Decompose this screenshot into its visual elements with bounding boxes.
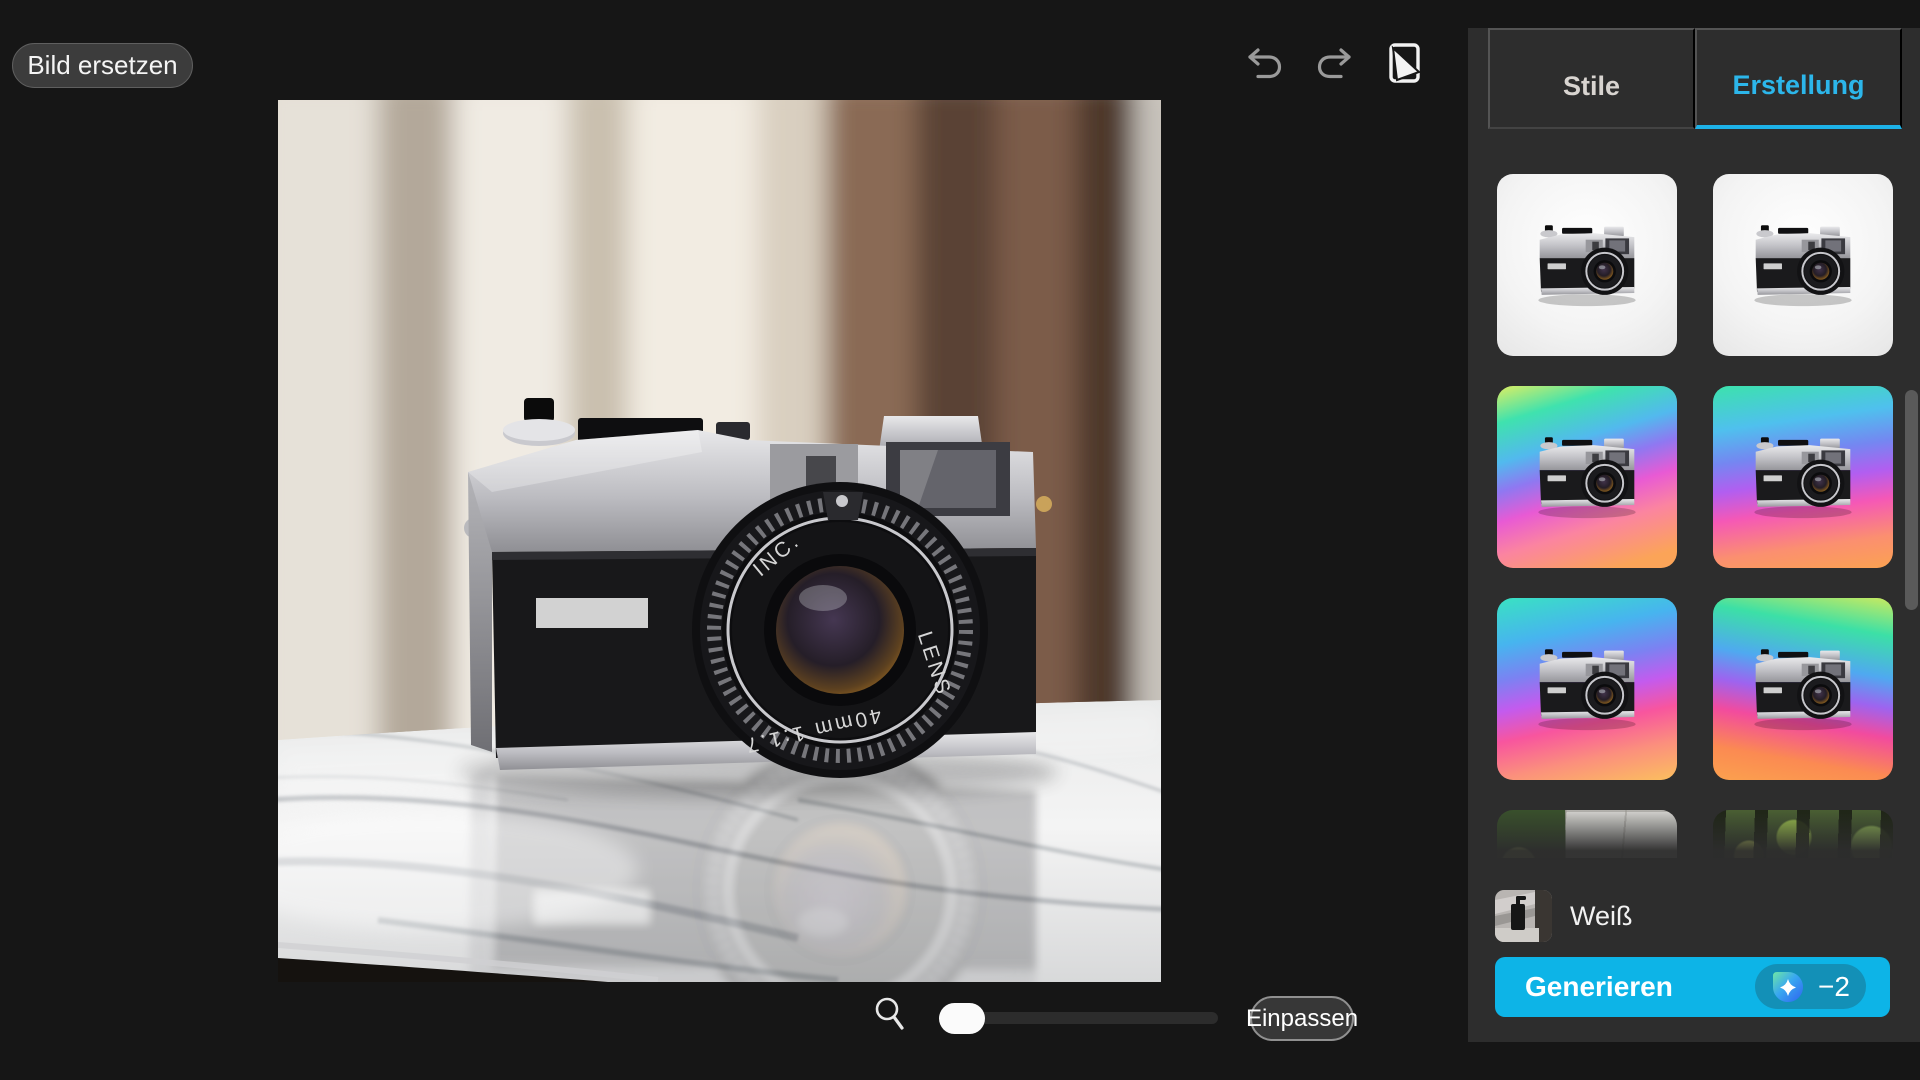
sidebar-tab-bar: Stile Erstellung (1488, 28, 1902, 129)
generated-thumbnail[interactable] (1497, 598, 1677, 780)
generated-thumbnail[interactable] (1497, 386, 1677, 568)
undo-icon (1245, 45, 1283, 84)
generated-thumbnail[interactable] (1713, 810, 1893, 858)
camera-preview (1737, 644, 1869, 736)
camera-preview (1737, 220, 1869, 312)
camera-preview (1521, 220, 1653, 312)
canvas-image[interactable]: INC. LENS 40mm 1:1.7 (278, 100, 1161, 982)
selected-style-row[interactable]: Weiß (1495, 886, 1633, 946)
undo-button[interactable] (1242, 42, 1286, 86)
flip-page-button[interactable] (1383, 42, 1427, 86)
generated-thumbnail[interactable] (1497, 810, 1677, 858)
redo-button[interactable] (1313, 42, 1357, 86)
generated-thumbnail[interactable] (1713, 174, 1893, 356)
replace-image-label: Bild ersetzen (27, 50, 177, 81)
fit-label: Einpassen (1246, 1005, 1358, 1033)
camera-preview (1737, 432, 1869, 524)
generated-thumbnail[interactable] (1713, 386, 1893, 568)
generated-thumbnail[interactable] (1497, 174, 1677, 356)
camera-preview (1521, 432, 1653, 524)
zoom-slider-thumb[interactable] (939, 1003, 985, 1034)
redo-icon (1316, 45, 1354, 84)
tab-stile-label: Stile (1563, 71, 1620, 102)
generate-label: Generieren (1525, 971, 1673, 1003)
magnifier-icon (872, 995, 908, 1042)
credit-cost-value: −2 (1818, 971, 1850, 1003)
generated-thumbnail[interactable] (1713, 598, 1893, 780)
replace-image-button[interactable]: Bild ersetzen (12, 43, 193, 88)
generation-sidebar: Stile Erstellung (1468, 28, 1920, 1042)
tab-erstellung[interactable]: Erstellung (1695, 28, 1902, 129)
sidebar-scrollbar[interactable] (1905, 390, 1918, 610)
tab-stile[interactable]: Stile (1488, 28, 1695, 129)
generate-button[interactable]: Generieren −2 (1495, 957, 1890, 1017)
credit-drop-icon (1771, 970, 1805, 1004)
flip-page-icon (1384, 41, 1426, 88)
selected-style-label: Weiß (1570, 901, 1633, 932)
credit-cost-badge: −2 (1755, 964, 1866, 1009)
thumbnail-grid (1468, 150, 1920, 858)
tab-erstellung-label: Erstellung (1732, 70, 1864, 101)
fit-button[interactable]: Einpassen (1250, 996, 1354, 1041)
image-editor-app: Bild ersetzen (0, 0, 1920, 1080)
selected-style-thumbnail (1495, 890, 1552, 942)
camera-preview (1521, 644, 1653, 736)
